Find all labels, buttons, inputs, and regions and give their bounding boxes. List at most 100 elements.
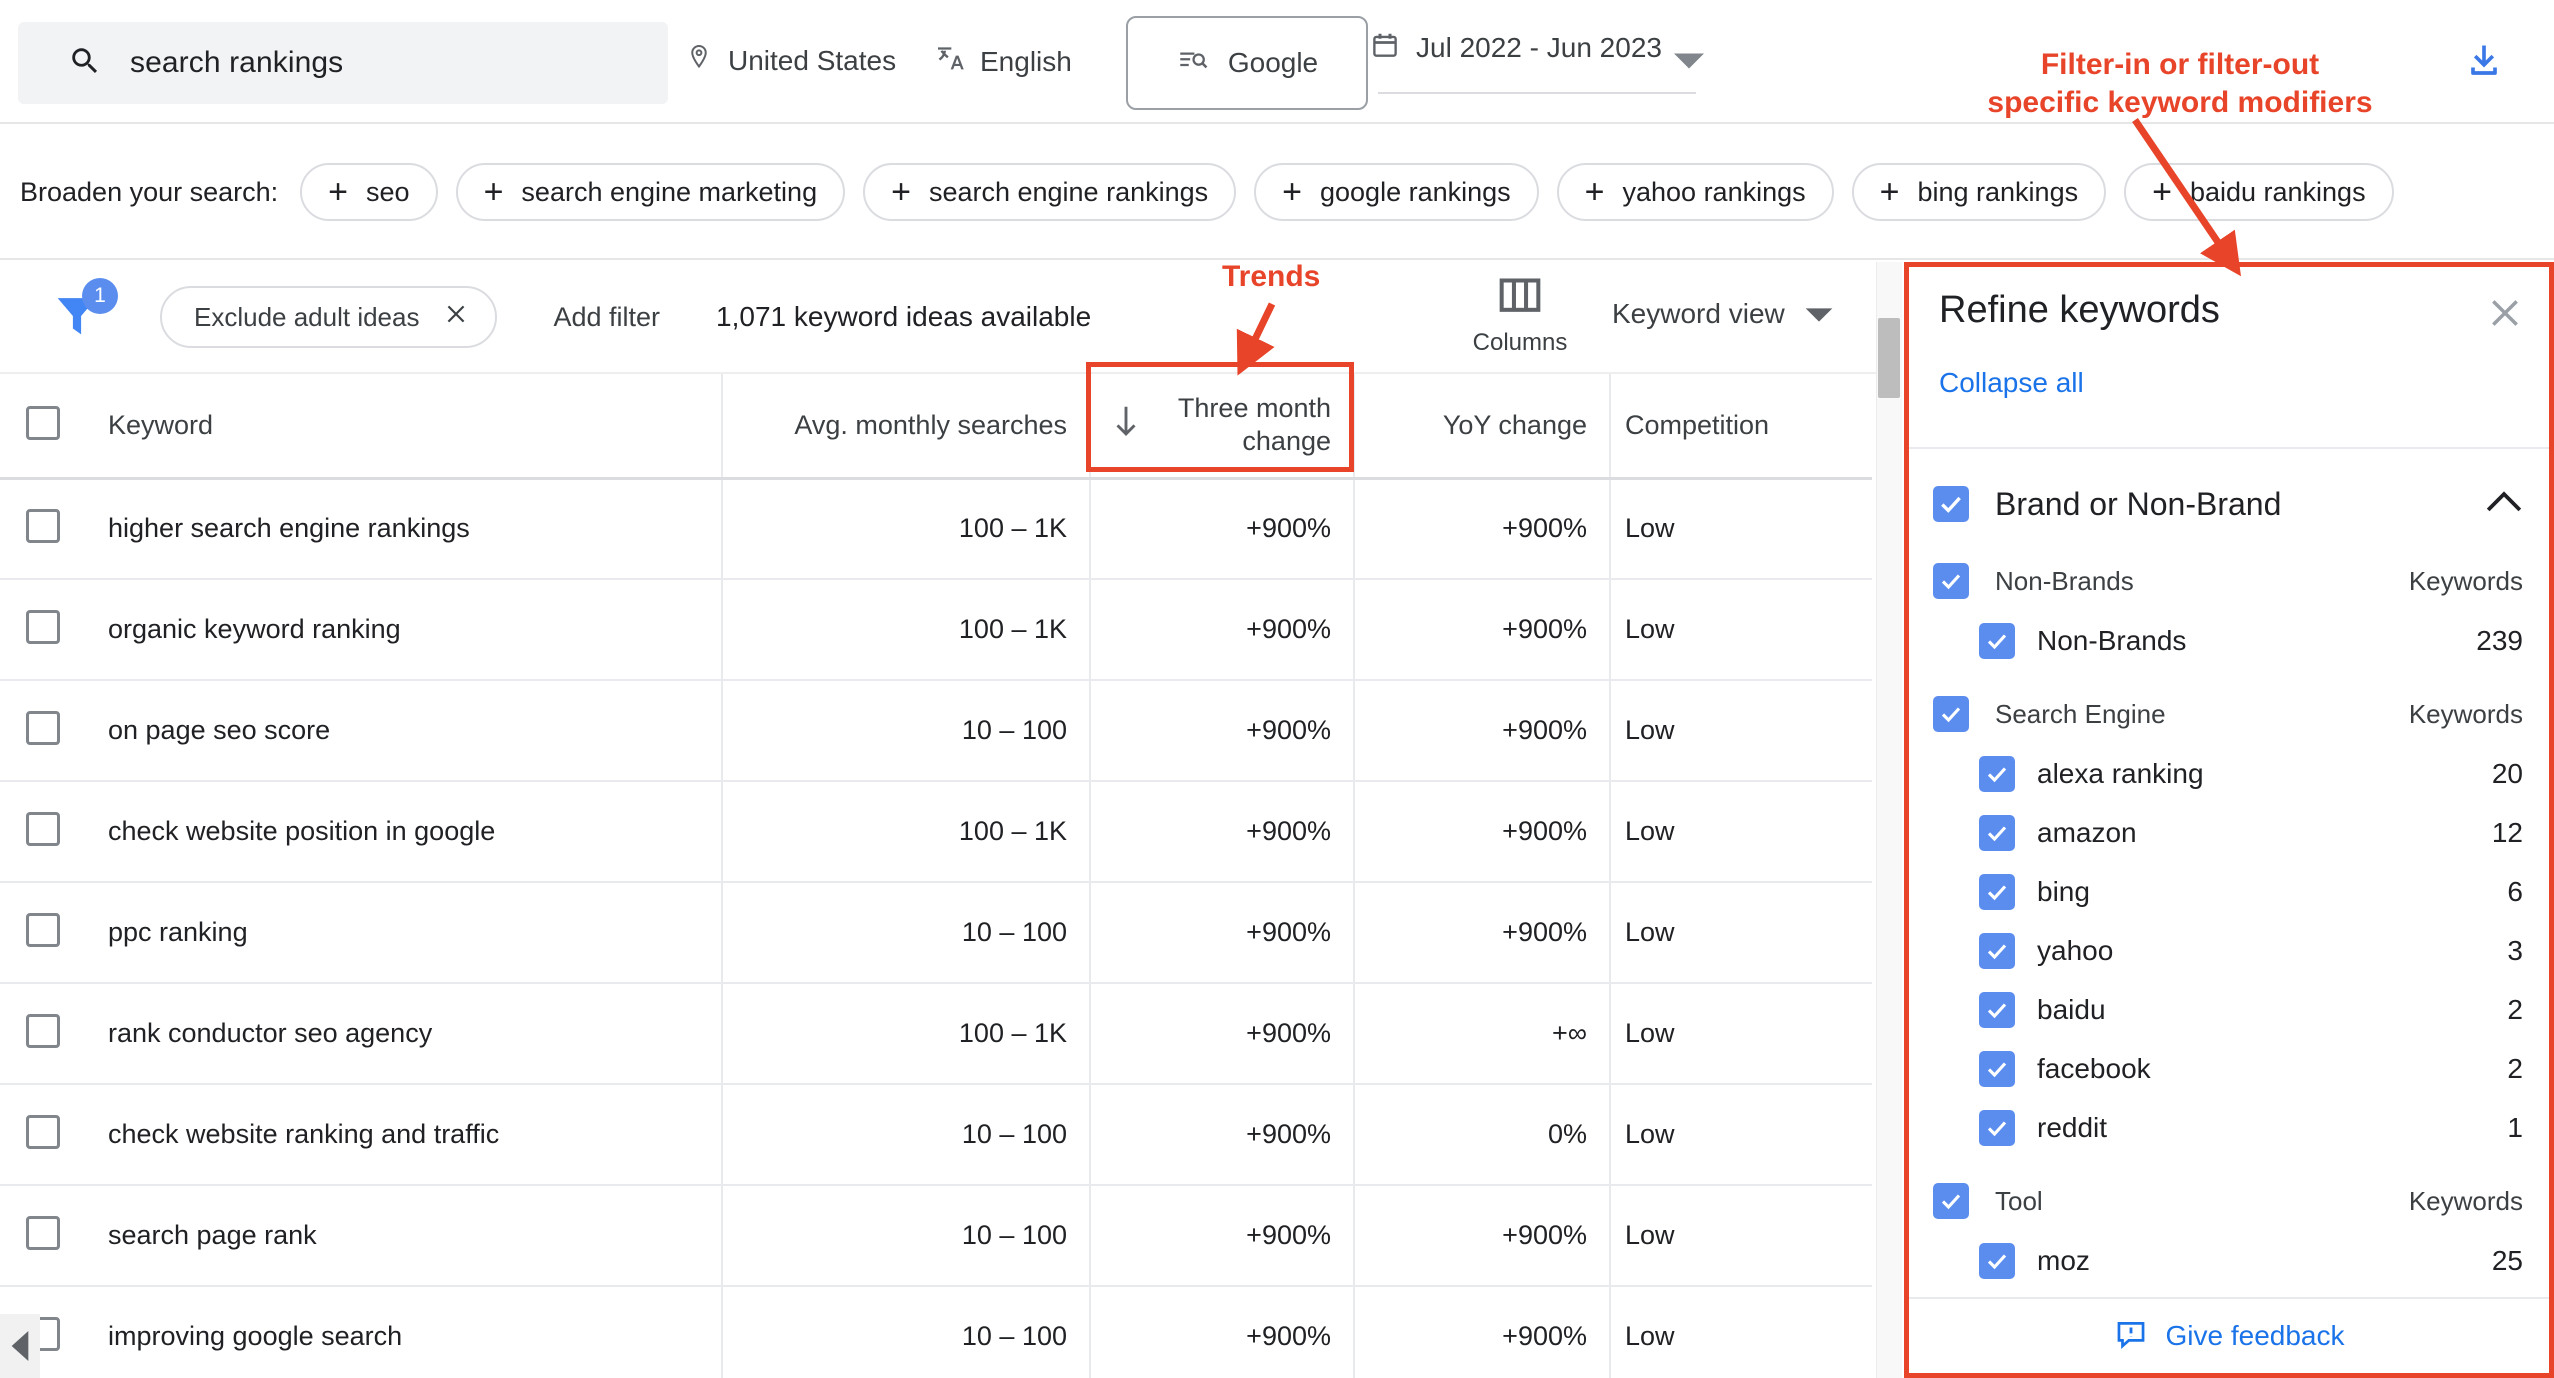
- column-header-avg-monthly-searches[interactable]: Avg. monthly searches: [722, 374, 1091, 480]
- broaden-chip-search-engine-rankings[interactable]: + search engine rankings: [863, 163, 1237, 221]
- refine-item[interactable]: yahoo 3: [1909, 921, 2549, 980]
- table-row[interactable]: organic keyword ranking 100 – 1K +900% +900…: [0, 579, 1872, 681]
- checkbox-unchecked-icon: [26, 1216, 60, 1250]
- broaden-chip-yahoo-rankings[interactable]: + yahoo rankings: [1556, 163, 1834, 221]
- checkbox-checked-icon[interactable]: [1979, 755, 2015, 792]
- checkbox-checked-icon[interactable]: [1979, 932, 2015, 969]
- row-checkbox[interactable]: [0, 1185, 86, 1287]
- broaden-chip-google-rankings[interactable]: + google rankings: [1254, 163, 1539, 221]
- row-checkbox[interactable]: [0, 680, 86, 782]
- refine-item[interactable]: moz 25: [1909, 1231, 2549, 1290]
- cell-yoy-change: +∞: [1354, 983, 1611, 1085]
- table-header: Keyword Avg. monthly searches Three mont…: [0, 374, 1872, 480]
- columns-label: Columns: [1472, 329, 1568, 356]
- close-refine-panel-button[interactable]: [2485, 293, 2525, 338]
- language-selector[interactable]: English: [934, 42, 1072, 81]
- column-header-competition[interactable]: Competition: [1610, 374, 1872, 480]
- broaden-chip-bing-rankings[interactable]: + bing rankings: [1851, 163, 2107, 221]
- table-row[interactable]: check website position in google 100 – 1K…: [0, 781, 1872, 883]
- broaden-chip-search-engine-marketing[interactable]: + search engine marketing: [455, 163, 846, 221]
- refine-item[interactable]: Non-Brands 239: [1909, 611, 2549, 670]
- row-checkbox[interactable]: [0, 478, 86, 580]
- table-row[interactable]: search page rank 10 – 100 +900% +900% Low: [0, 1185, 1872, 1287]
- add-filter-button[interactable]: Add filter: [553, 302, 660, 333]
- date-range-selector[interactable]: Jul 2022 - Jun 2023: [1370, 30, 1700, 65]
- close-icon[interactable]: [443, 301, 469, 334]
- active-filter-chip[interactable]: Exclude adult ideas: [160, 286, 498, 348]
- checkbox-checked-icon[interactable]: [1979, 1242, 2015, 1279]
- checkbox-checked-icon[interactable]: [1979, 814, 2015, 851]
- broaden-chip-baidu-rankings[interactable]: + baidu rankings: [2124, 163, 2394, 221]
- plus-icon: +: [1282, 173, 1302, 211]
- column-header-keyword[interactable]: Keyword: [86, 374, 723, 480]
- refine-item[interactable]: bing 6: [1909, 862, 2549, 921]
- table-row[interactable]: on page seo score 10 – 100 +900% +900% Low: [0, 680, 1872, 782]
- refine-section-header[interactable]: Non-Brands Keywords: [1909, 551, 2549, 611]
- row-checkbox[interactable]: [0, 781, 86, 883]
- chevron-down-icon[interactable]: [1674, 52, 1704, 75]
- cell-avg-monthly-searches: 10 – 100: [722, 1185, 1091, 1287]
- table-row[interactable]: higher search engine rankings 100 – 1K +90…: [0, 478, 1872, 580]
- search-input[interactable]: search rankings: [18, 22, 668, 104]
- give-feedback-button[interactable]: Give feedback: [1909, 1297, 2549, 1373]
- download-button[interactable]: [2462, 40, 2506, 89]
- cell-yoy-change: +900%: [1354, 680, 1611, 782]
- broaden-chip-label: search engine marketing: [521, 176, 818, 207]
- cell-three-month-change: +900%: [1090, 983, 1355, 1085]
- refine-item[interactable]: facebook 2: [1909, 1039, 2549, 1098]
- refine-item[interactable]: amazon 12: [1909, 803, 2549, 862]
- select-all-checkbox[interactable]: [0, 374, 86, 480]
- table-row[interactable]: improving google search 10 – 100 +900% +900…: [0, 1286, 1872, 1378]
- column-header-three-month-change[interactable]: Three month change: [1090, 374, 1355, 480]
- row-checkbox[interactable]: [0, 882, 86, 984]
- checkbox-checked-icon[interactable]: [1979, 873, 2015, 910]
- chevron-up-icon[interactable]: [2485, 490, 2523, 519]
- columns-button[interactable]: Columns: [1450, 276, 1590, 357]
- checkbox-checked-icon[interactable]: [1979, 1050, 2015, 1087]
- cell-yoy-change: +900%: [1354, 1185, 1611, 1287]
- checkbox-checked-icon[interactable]: [1933, 486, 1969, 522]
- checkbox-checked-icon[interactable]: [1933, 696, 1969, 732]
- search-engine-selector[interactable]: Google: [1126, 16, 1368, 110]
- checkbox-checked-icon[interactable]: [1979, 622, 2015, 659]
- checkbox-checked-icon[interactable]: [1979, 991, 2015, 1028]
- checkbox-checked-icon[interactable]: [1979, 1109, 2015, 1146]
- cell-competition: Low: [1610, 1185, 1872, 1287]
- table-row[interactable]: check website ranking and traffic 10 – 10…: [0, 1084, 1872, 1186]
- refine-item[interactable]: baidu 2: [1909, 980, 2549, 1039]
- table-row[interactable]: rank conductor seo agency 100 – 1K +900% +∞…: [0, 983, 1872, 1085]
- refine-section-count-header: Keywords: [2408, 1185, 2523, 1216]
- refine-section-header[interactable]: Search Engine Keywords: [1909, 684, 2549, 744]
- column-header-three-month-change-label: Three month change: [1177, 392, 1331, 457]
- row-checkbox[interactable]: [0, 983, 86, 1085]
- cell-competition: Low: [1610, 579, 1872, 681]
- country-selector[interactable]: United States: [684, 42, 896, 79]
- refine-section: Non-Brands Keywords Non-Brands 239: [1909, 537, 2549, 670]
- cell-competition: Low: [1610, 478, 1872, 580]
- checkbox-checked-icon[interactable]: [1933, 563, 1969, 599]
- checkbox-checked-icon[interactable]: [1933, 1183, 1969, 1219]
- scroll-left-button[interactable]: [0, 1314, 40, 1378]
- refine-item[interactable]: alexa ranking 20: [1909, 744, 2549, 803]
- row-checkbox[interactable]: [0, 579, 86, 681]
- refine-group-brand-or-non-brand[interactable]: Brand or Non-Brand: [1909, 471, 2549, 537]
- refine-item-count: 2: [2507, 993, 2523, 1025]
- cell-three-month-change: +900%: [1090, 579, 1355, 681]
- filter-button[interactable]: 1: [48, 278, 118, 348]
- column-header-yoy-change[interactable]: YoY change: [1354, 374, 1611, 480]
- refine-section-header[interactable]: Tool Keywords: [1909, 1171, 2549, 1231]
- table-row[interactable]: ppc ranking 10 – 100 +900% +900% Low: [0, 882, 1872, 984]
- cell-avg-monthly-searches: 10 – 100: [722, 882, 1091, 984]
- collapse-all-link[interactable]: Collapse all: [1939, 367, 2084, 399]
- refine-item[interactable]: reddit 1: [1909, 1098, 2549, 1157]
- keyword-ideas-table: Keyword Avg. monthly searches Three mont…: [0, 374, 1872, 1378]
- keyword-view-dropdown[interactable]: Keyword view: [1612, 298, 1833, 330]
- broaden-chip-seo[interactable]: + seo: [300, 163, 438, 221]
- refine-item-label: baidu: [2037, 993, 2106, 1025]
- table-vertical-scrollbar-thumb[interactable]: [1878, 318, 1900, 398]
- row-checkbox[interactable]: [0, 1084, 86, 1186]
- table-vertical-scrollbar-track[interactable]: [1876, 262, 1902, 1378]
- cell-competition: Low: [1610, 781, 1872, 883]
